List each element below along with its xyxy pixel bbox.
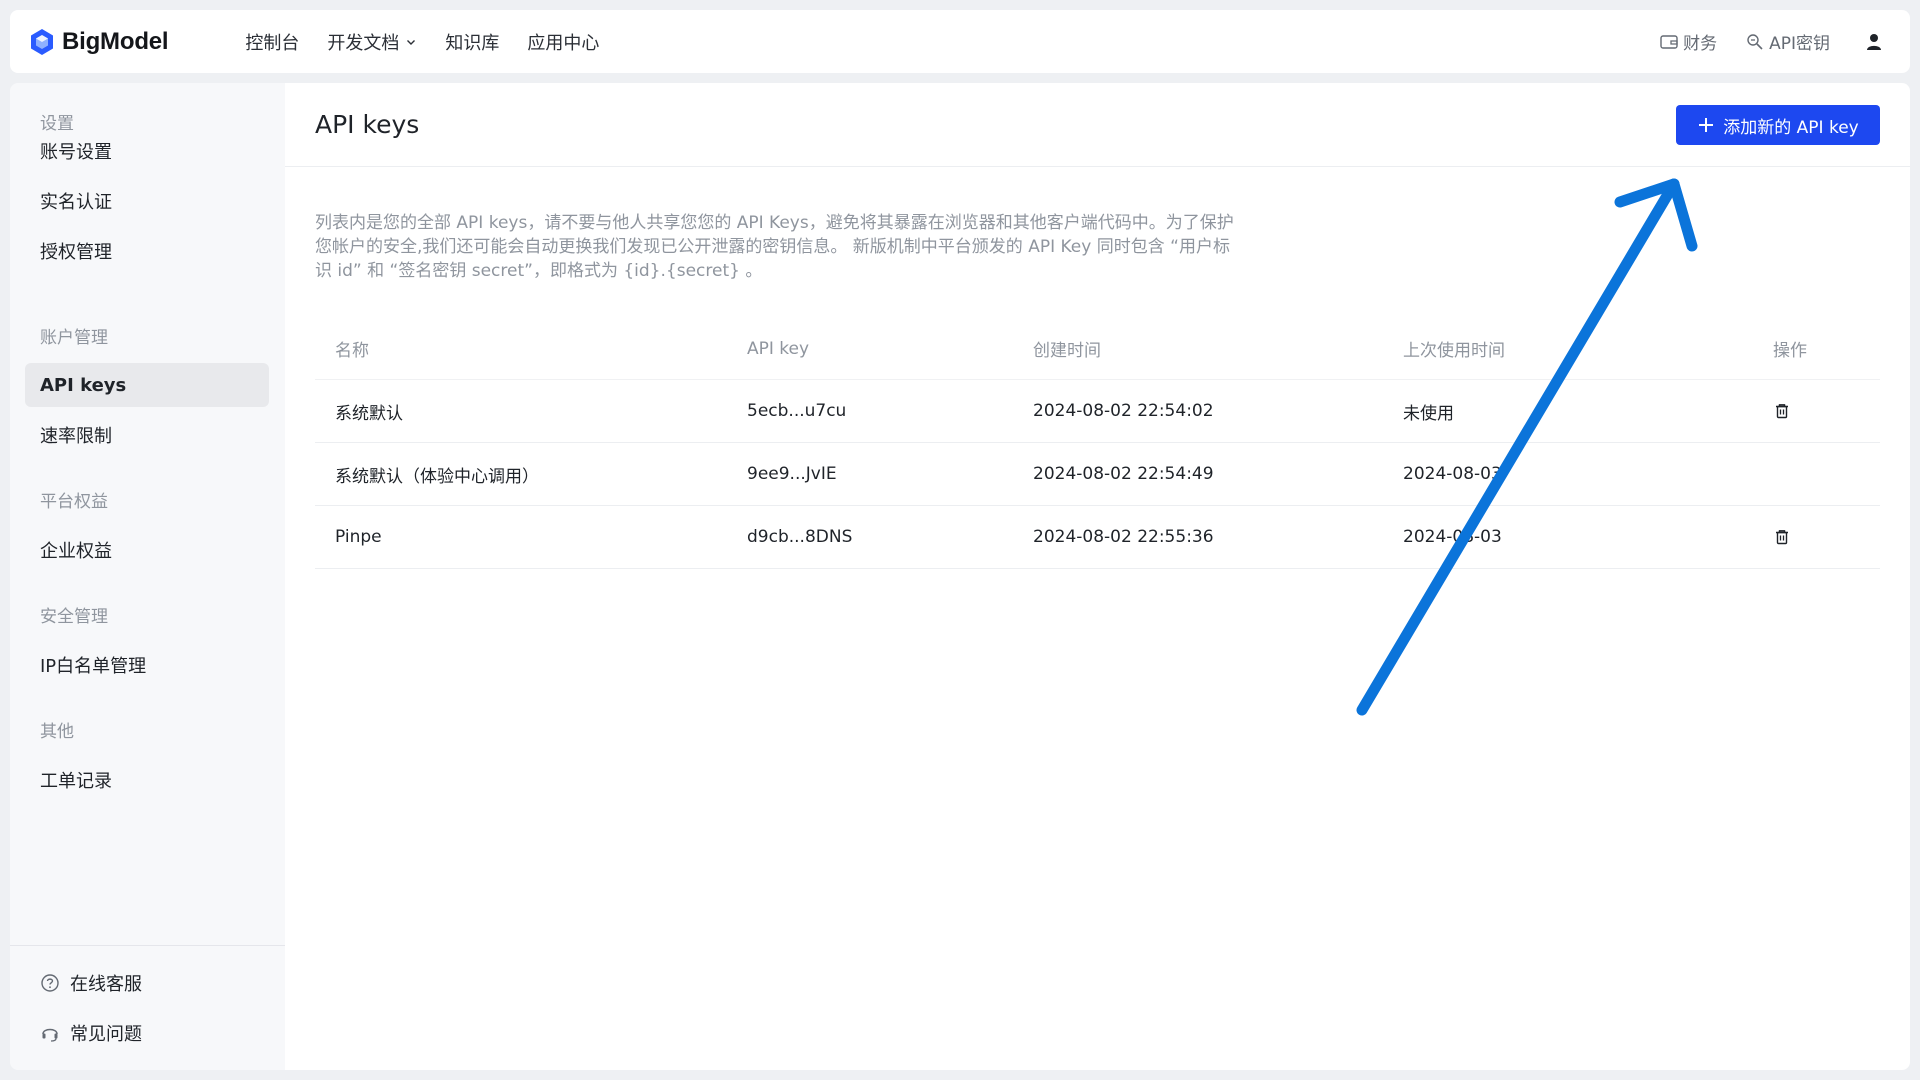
sidebar-section-account: 账户管理 xyxy=(40,328,108,348)
row-created: 2024-08-02 22:54:49 xyxy=(1033,464,1214,484)
top-right-actions: 财务 API密钥 xyxy=(1631,29,1884,54)
key-search-icon xyxy=(1747,33,1763,50)
row-name: 系统默认（体验中心调用） xyxy=(335,466,539,487)
header-last-used: 上次使用时间 xyxy=(1403,341,1505,361)
row-last-used: 2024-08-03 xyxy=(1403,464,1502,484)
row-created: 2024-08-02 22:54:02 xyxy=(1033,401,1214,421)
main-header: API keys 添加新的 API key xyxy=(285,83,1910,167)
sidebar-item-api-keys[interactable]: API keys xyxy=(25,363,269,407)
bigmodel-logo-icon xyxy=(31,28,53,55)
nav-app-center-label: 应用中心 xyxy=(527,32,600,54)
header-actions: 操作 xyxy=(1773,341,1807,361)
sidebar-item-authorization[interactable]: 授权管理 xyxy=(25,229,269,273)
main-nav: 控制台 开发文档 知识库 应用中心 xyxy=(245,29,627,55)
app-name: BigModel xyxy=(62,27,169,55)
headset-icon xyxy=(42,1028,58,1042)
sidebar-bottom: 在线客服 常见问题 xyxy=(10,945,285,1070)
chevron-down-icon xyxy=(407,39,416,45)
user-avatar-icon[interactable] xyxy=(1864,32,1884,52)
row-delete-button[interactable] xyxy=(1773,402,1791,420)
row-api-key: 5ecb...u7cu xyxy=(747,401,847,421)
sidebar-section-security: 安全管理 xyxy=(40,607,108,627)
nav-docs[interactable]: 开发文档 xyxy=(327,29,417,55)
nav-docs-label: 开发文档 xyxy=(327,32,400,54)
nav-knowledge-label: 知识库 xyxy=(445,32,500,54)
row-delete-button[interactable] xyxy=(1773,528,1791,546)
main-content: API keys 添加新的 API key 列表内是您的全部 API keys，… xyxy=(285,83,1910,1070)
billing-label: 财务 xyxy=(1683,34,1718,54)
sidebar-item-rate-limit[interactable]: 速率限制 xyxy=(25,413,269,457)
api-keys-description: 列表内是您的全部 API keys，请不要与他人共享您您的 API Keys，避… xyxy=(315,213,1234,281)
page-title: API keys xyxy=(315,110,420,139)
sidebar-item-enterprise[interactable]: 企业权益 xyxy=(25,528,269,572)
nav-console[interactable]: 控制台 xyxy=(245,29,299,55)
nav-knowledge[interactable]: 知识库 xyxy=(445,29,499,55)
table-row: 系统默认（体验中心调用） 9ee9...JvIE 2024-08-02 22:5… xyxy=(315,443,1880,506)
api-key-label: API密钥 xyxy=(1769,34,1830,54)
logo[interactable]: BigModel xyxy=(28,27,169,56)
row-name: Pinpe xyxy=(335,527,382,547)
sidebar-item-ip-whitelist[interactable]: IP白名单管理 xyxy=(25,643,269,687)
row-created: 2024-08-02 22:55:36 xyxy=(1033,527,1214,547)
top-navbar: BigModel 控制台 开发文档 知识库 应用中心 财务 API密钥 xyxy=(10,10,1910,73)
header-api-key: API key xyxy=(747,338,810,359)
faq-link[interactable]: 常见问题 xyxy=(25,1011,269,1055)
sidebar-section-other: 其他 xyxy=(40,722,74,742)
support-label: 在线客服 xyxy=(70,974,142,995)
trash-icon xyxy=(1776,404,1788,419)
sidebar: 设置 账号设置 实名认证 授权管理 账户管理 API keys 速率限制 平台权… xyxy=(10,83,285,1070)
billing-link[interactable]: 财务 xyxy=(1659,29,1717,54)
row-last-used: 2024-08-03 xyxy=(1403,527,1502,547)
faq-label: 常见问题 xyxy=(70,1024,142,1045)
nav-app-center[interactable]: 应用中心 xyxy=(527,29,599,55)
sidebar-item-tickets[interactable]: 工单记录 xyxy=(25,758,269,802)
table-row: Pinpe d9cb...8DNS 2024-08-02 22:55:36 20… xyxy=(315,506,1880,569)
sidebar-item-account-settings[interactable]: 账号设置 xyxy=(25,129,269,173)
plus-icon xyxy=(1699,118,1714,132)
header-name: 名称 xyxy=(335,341,369,361)
add-api-key-label: 添加新的 API key xyxy=(1723,117,1859,138)
support-link[interactable]: 在线客服 xyxy=(25,961,269,1005)
help-circle-icon xyxy=(41,974,59,992)
sidebar-item-real-name[interactable]: 实名认证 xyxy=(25,179,269,223)
api-key-link[interactable]: API密钥 xyxy=(1745,29,1830,54)
wallet-icon xyxy=(1660,34,1678,49)
row-api-key: 9ee9...JvIE xyxy=(747,464,837,484)
row-name: 系统默认 xyxy=(335,403,403,424)
header-created: 创建时间 xyxy=(1033,341,1101,361)
row-last-used: 未使用 xyxy=(1403,403,1454,424)
row-api-key: d9cb...8DNS xyxy=(747,527,853,547)
nav-console-label: 控制台 xyxy=(245,32,300,54)
table-row: 系统默认 5ecb...u7cu 2024-08-02 22:54:02 未使用 xyxy=(315,380,1880,443)
sidebar-section-benefits: 平台权益 xyxy=(40,492,108,512)
table-header: 名称 API key 创建时间 上次使用时间 操作 xyxy=(315,318,1880,380)
add-api-key-button[interactable]: 添加新的 API key xyxy=(1676,105,1880,145)
trash-icon xyxy=(1776,530,1788,545)
api-keys-table: 名称 API key 创建时间 上次使用时间 操作 系统默认 5ecb...u7… xyxy=(315,318,1880,569)
